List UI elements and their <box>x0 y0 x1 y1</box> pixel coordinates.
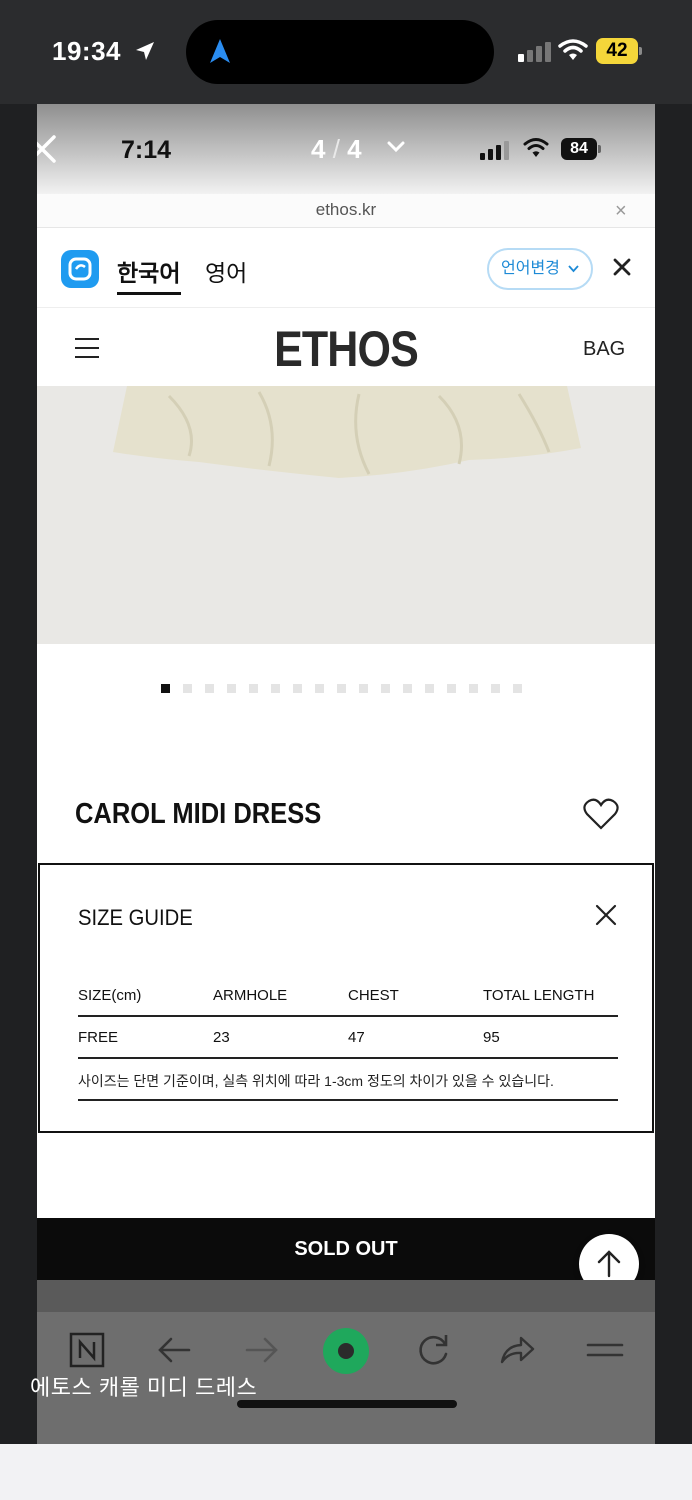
size-table-header: SIZE(cm) ARMHOLE CHEST TOTAL LENGTH <box>78 975 618 1017</box>
change-language-label: 언어변경 <box>501 260 560 277</box>
size-table: SIZE(cm) ARMHOLE CHEST TOTAL LENGTH FREE… <box>78 975 618 1101</box>
naver-green-dot-icon[interactable] <box>321 1326 371 1376</box>
menu-icon[interactable] <box>585 1330 625 1370</box>
close-translate-icon[interactable] <box>611 256 633 278</box>
carousel-dot[interactable] <box>293 684 302 693</box>
inner-battery-icon: 84 <box>561 138 603 160</box>
carousel-dot[interactable] <box>315 684 324 693</box>
bottom-area <box>0 1444 692 1500</box>
carousel-dot[interactable] <box>425 684 434 693</box>
tab-korean[interactable]: 한국어 <box>117 254 180 288</box>
change-language-button[interactable]: 언어변경 <box>487 248 593 290</box>
url-text[interactable]: ethos.kr <box>37 200 655 220</box>
location-arrow-icon <box>136 42 154 60</box>
naver-n-icon[interactable] <box>67 1330 107 1370</box>
bag-link[interactable]: BAG <box>583 338 625 361</box>
arrow-up-icon <box>597 1250 621 1278</box>
wifi-icon <box>558 39 588 60</box>
site-header: ETHOS BAG <box>37 308 655 386</box>
address-bar-close-button[interactable]: × <box>615 200 627 223</box>
outer-status-bar: 19:34 42 <box>0 0 692 104</box>
carousel-dot[interactable] <box>249 684 258 693</box>
cell-size: FREE <box>78 1029 119 1046</box>
carousel-dot[interactable] <box>469 684 478 693</box>
heart-icon[interactable] <box>583 798 619 830</box>
cell-chest: 47 <box>348 1029 365 1046</box>
close-icon[interactable] <box>594 903 618 927</box>
table-row: FREE 23 47 95 <box>78 1017 618 1059</box>
share-icon[interactable] <box>497 1330 537 1370</box>
carousel-dot[interactable] <box>403 684 412 693</box>
home-indicator[interactable] <box>237 1400 457 1408</box>
address-bar[interactable]: ethos.kr × <box>37 194 655 228</box>
inner-cell-signal-icon <box>480 141 509 160</box>
carousel-dot[interactable] <box>183 684 192 693</box>
carousel-dot[interactable] <box>381 684 390 693</box>
refresh-icon[interactable] <box>413 1330 453 1370</box>
chevron-down-icon <box>568 265 579 273</box>
carousel-dot[interactable] <box>205 684 214 693</box>
browser-toolbar <box>37 1280 655 1444</box>
col-size: SIZE(cm) <box>78 987 142 1004</box>
carousel-dot[interactable] <box>359 684 368 693</box>
dress-hem-image <box>113 386 581 478</box>
translate-bar: 한국어 영어 언어변경 <box>37 228 655 308</box>
page-indicator[interactable]: 4 / 4 <box>311 134 362 165</box>
inner-battery-level: 84 <box>561 138 597 160</box>
site-logo[interactable]: ETHOS <box>80 320 611 378</box>
back-arrow-icon[interactable] <box>155 1330 195 1370</box>
cell-total-length: 95 <box>483 1029 500 1046</box>
product-image[interactable] <box>37 386 655 644</box>
inner-status-time: 7:14 <box>121 136 172 164</box>
carousel-dot[interactable] <box>447 684 456 693</box>
carousel-dot[interactable] <box>161 684 170 693</box>
page-current: 4 <box>311 134 326 164</box>
col-chest: CHEST <box>348 987 399 1004</box>
size-guide-note: 사이즈는 단면 기준이며, 실측 위치에 따라 1-3cm 정도의 차이가 있을… <box>78 1059 618 1101</box>
viewer-header: 7:14 4 / 4 84 <box>37 104 655 194</box>
col-total-length: TOTAL LENGTH <box>483 987 595 1004</box>
cell-signal-icon <box>518 42 551 62</box>
battery-level: 42 <box>596 38 638 64</box>
tab-active-underline <box>117 292 181 295</box>
tab-english[interactable]: 영어 <box>205 254 247 288</box>
page-total: 4 <box>347 134 362 164</box>
cell-armhole: 23 <box>213 1029 230 1046</box>
col-armhole: ARMHOLE <box>213 987 288 1004</box>
chevron-down-icon[interactable] <box>387 140 405 154</box>
carousel-dot[interactable] <box>227 684 236 693</box>
page-separator: / <box>332 134 340 164</box>
size-guide-modal: SIZE GUIDE SIZE(cm) ARMHOLE CHEST TOTAL … <box>38 863 654 1133</box>
product-name: CAROL MIDI DRESS <box>75 798 322 830</box>
navigation-arrow-icon <box>210 39 230 63</box>
status-time: 19:34 <box>52 36 121 66</box>
forward-arrow-icon[interactable] <box>241 1330 281 1370</box>
sold-out-button[interactable]: SOLD OUT <box>37 1218 655 1280</box>
post-caption: 에토스 캐롤 미디 드레스 <box>30 1375 258 1400</box>
carousel-dot[interactable] <box>337 684 346 693</box>
carousel-dot[interactable] <box>271 684 280 693</box>
carousel-dot[interactable] <box>491 684 500 693</box>
battery-icon: 42 <box>596 38 642 64</box>
carousel-dot[interactable] <box>513 684 522 693</box>
size-guide-title: SIZE GUIDE <box>78 905 193 930</box>
close-viewer-icon[interactable] <box>37 132 59 166</box>
papago-logo-icon <box>61 250 99 288</box>
shared-screenshot: 7:14 4 / 4 84 ethos.kr × 한국어 영어 언어변경 ETH… <box>37 104 655 1444</box>
inner-wifi-icon <box>523 138 549 157</box>
